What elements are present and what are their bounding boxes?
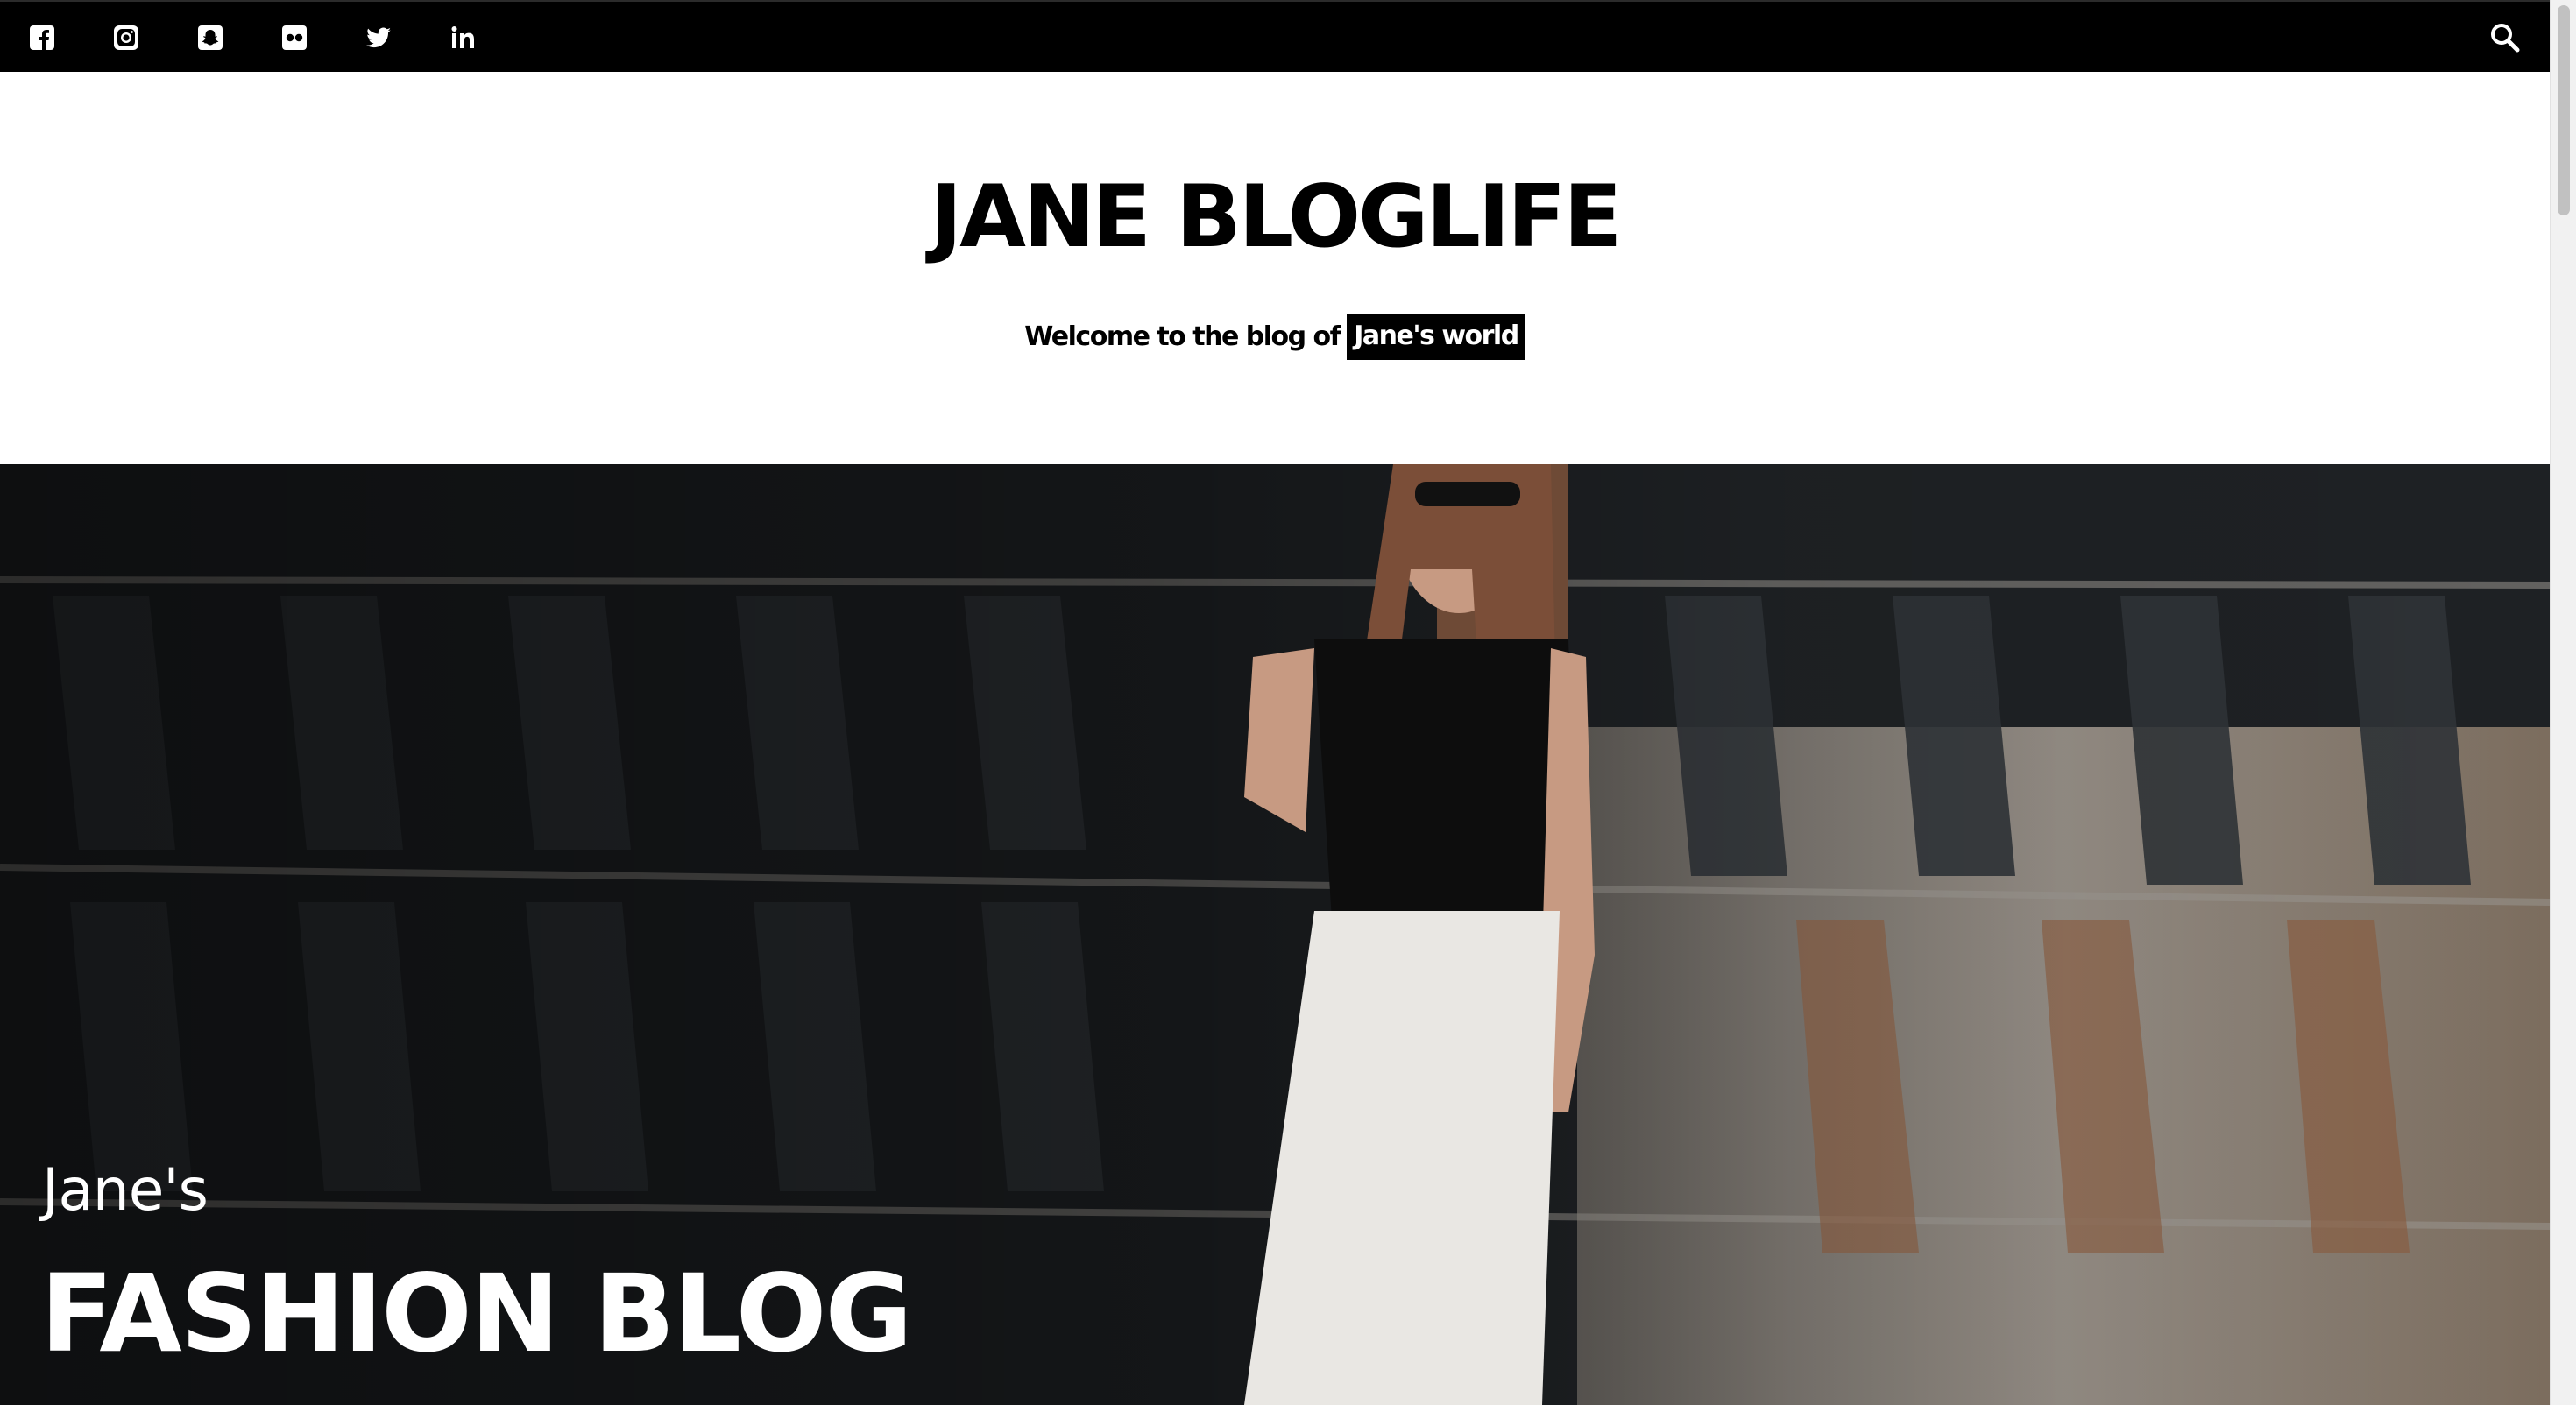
twitter-icon[interactable] bbox=[363, 23, 394, 53]
tagline-text: Welcome to the blog of bbox=[1024, 321, 1341, 352]
snapchat-icon[interactable] bbox=[195, 23, 226, 53]
linkedin-icon[interactable] bbox=[447, 23, 478, 53]
tagline-highlight: Jane's world bbox=[1347, 313, 1525, 360]
hero-subtitle: Jane's bbox=[42, 1156, 209, 1224]
instagram-icon[interactable] bbox=[110, 23, 142, 53]
search-icon bbox=[2491, 24, 2520, 53]
hero-title[interactable]: FASHION BLOG bbox=[40, 1253, 913, 1375]
hero-banner[interactable]: Jane's FASHION BLOG bbox=[0, 464, 2550, 1405]
page-scrollbar[interactable] bbox=[2550, 0, 2576, 1405]
scrollbar-thumb[interactable] bbox=[2558, 5, 2570, 215]
flickr-icon[interactable] bbox=[279, 23, 310, 53]
facebook-icon[interactable] bbox=[26, 23, 58, 53]
tagline: Welcome to the blog of Jane's world bbox=[0, 312, 2550, 361]
site-title[interactable]: JANE BLOGLIFE bbox=[0, 168, 2550, 266]
search-button[interactable] bbox=[2488, 21, 2523, 56]
social-top-bar bbox=[0, 0, 2550, 72]
